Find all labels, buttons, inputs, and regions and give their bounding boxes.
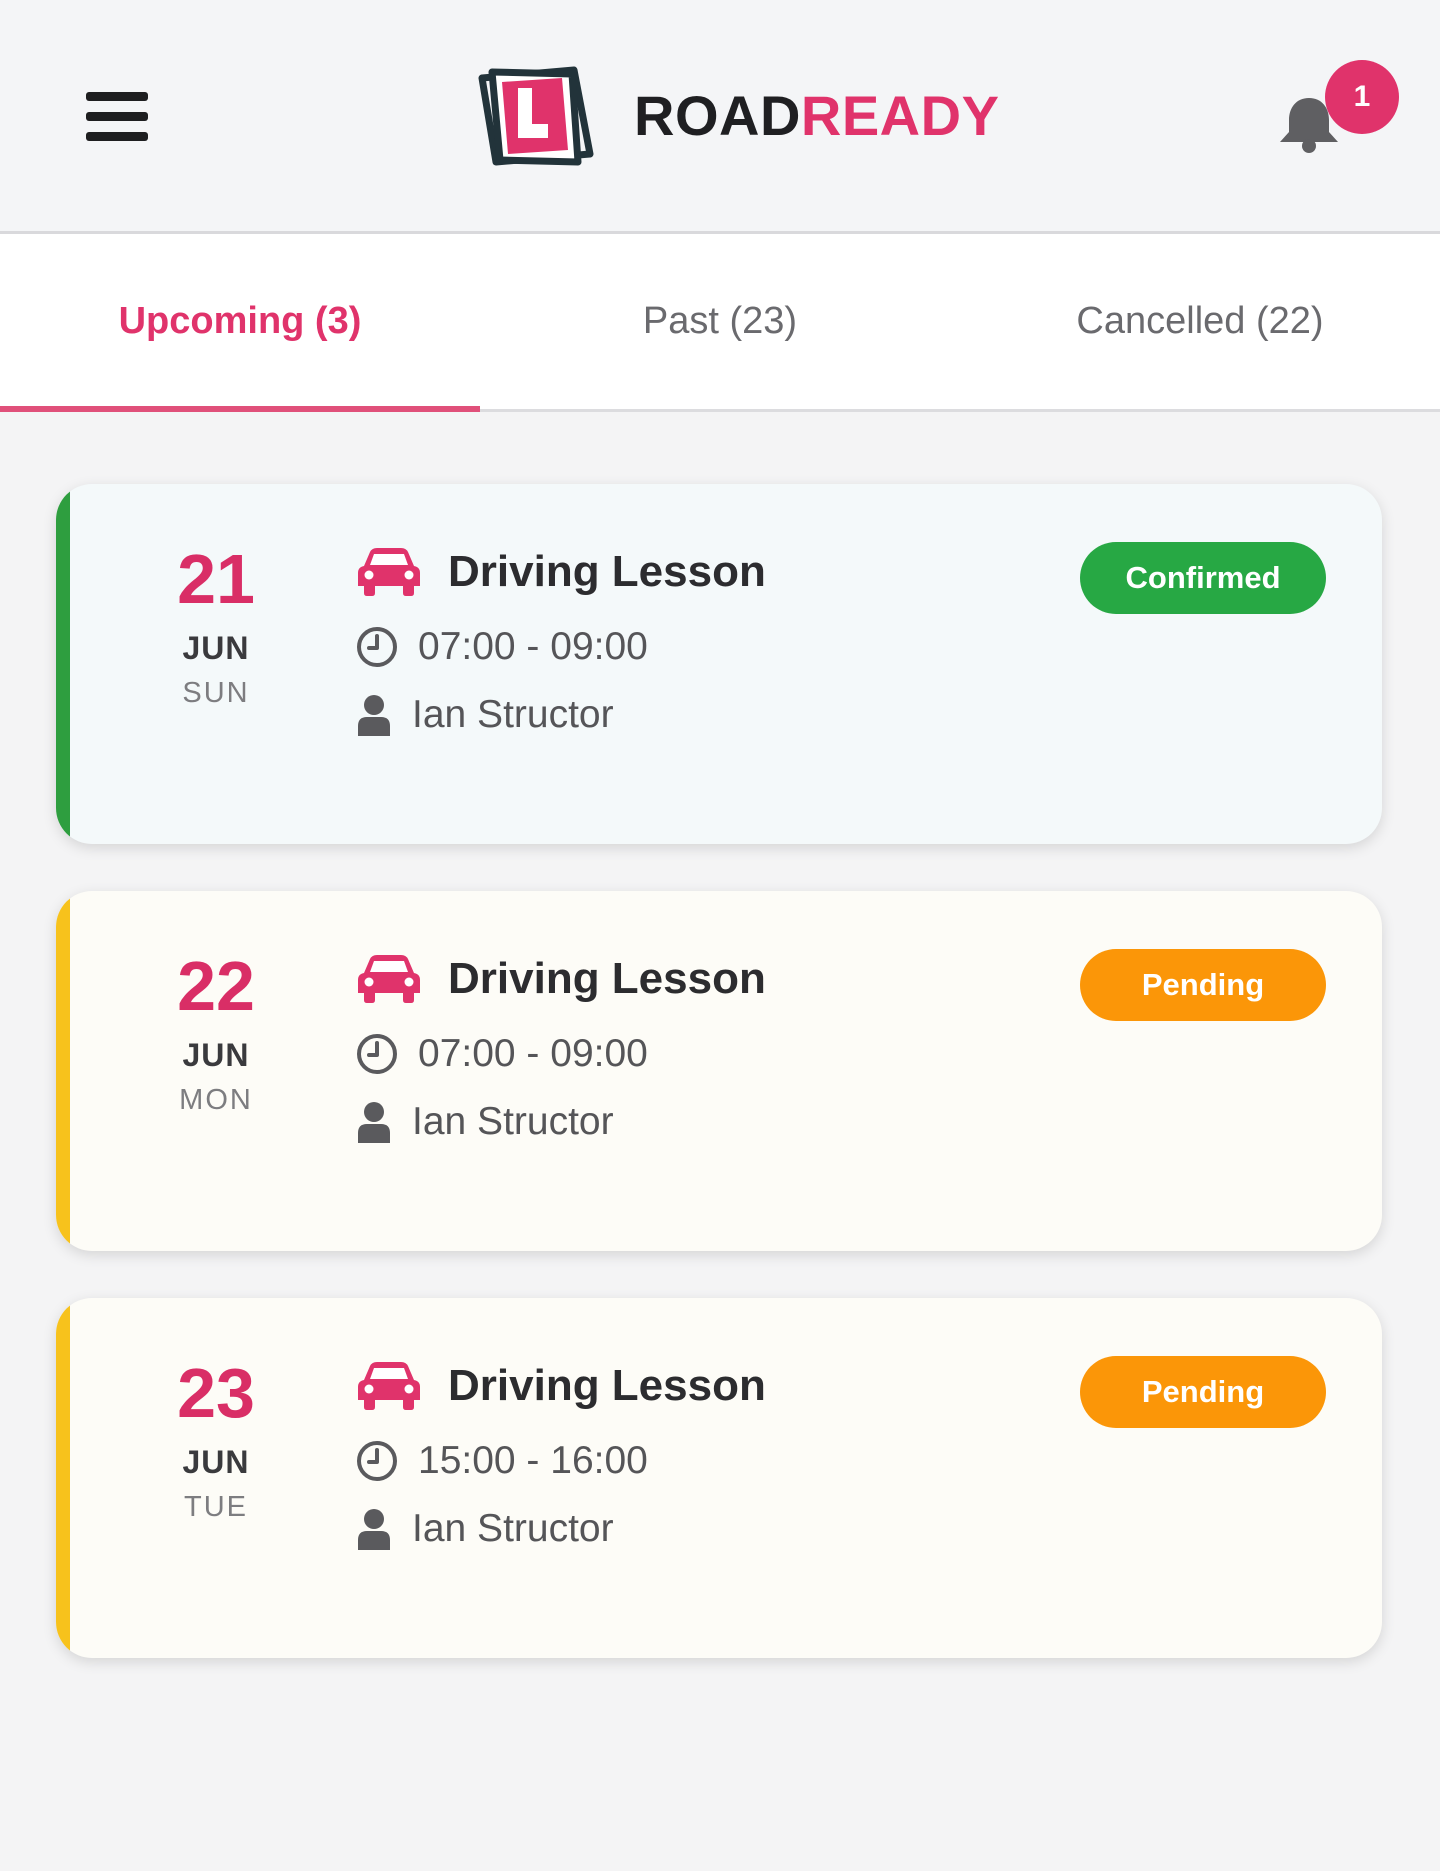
notifications-button[interactable]: 1 [1270,60,1399,160]
date-weekday: SUN [182,677,250,709]
clock-icon [357,1034,397,1074]
lesson-title: Driving Lesson [448,1361,766,1410]
clock-icon [357,1441,397,1481]
lesson-tabs: Upcoming (3) Past (23) Cancelled (22) [0,234,1440,412]
notification-count-badge: 1 [1325,60,1399,134]
lesson-date: 22 JUN MON [136,951,296,1117]
date-day: 22 [177,947,255,1025]
date-month: JUN [182,1037,250,1073]
lesson-date: 23 JUN TUE [136,1358,296,1524]
date-day: 21 [177,540,255,618]
person-icon [358,695,390,736]
instructor-name: Ian Structor [412,1507,614,1550]
status-accent-bar [56,891,70,1251]
person-icon [358,1102,390,1143]
date-day: 23 [177,1354,255,1432]
menu-button[interactable] [86,90,148,142]
tab-cancelled[interactable]: Cancelled (22) [960,234,1440,409]
status-badge: Pending [1080,949,1326,1021]
app-header: ROADREADY 1 [0,0,1440,234]
status-badge: Confirmed [1080,542,1326,614]
lesson-card[interactable]: 21 JUN SUN Driving Lesson 07:00 - 09:00 [56,484,1382,844]
lesson-card[interactable]: 23 JUN TUE Driving Lesson 15:00 - 16:00 [56,1298,1382,1658]
brand-name: ROADREADY [634,84,1000,147]
date-weekday: TUE [184,1491,248,1523]
lesson-time: 07:00 - 09:00 [418,1032,648,1075]
person-icon [358,1509,390,1550]
car-icon [358,955,420,1003]
brand-logo: ROADREADY [478,66,999,166]
hamburger-icon-bar [86,112,148,121]
lesson-time: 15:00 - 16:00 [418,1439,648,1482]
lesson-card[interactable]: 22 JUN MON Driving Lesson 07:00 - 09:00 [56,891,1382,1251]
tab-past[interactable]: Past (23) [480,234,960,409]
date-month: JUN [182,630,250,666]
clock-icon [357,627,397,667]
lesson-details: Driving Lesson 07:00 - 09:00 Ian Structo… [356,949,766,1147]
car-icon [358,548,420,596]
status-accent-bar [56,1298,70,1658]
instructor-name: Ian Structor [412,693,614,736]
hamburger-icon-bar [86,92,148,101]
lesson-details: Driving Lesson 15:00 - 16:00 Ian Structo… [356,1356,766,1554]
instructor-name: Ian Structor [412,1100,614,1143]
status-badge: Pending [1080,1356,1326,1428]
date-weekday: MON [179,1084,253,1116]
tab-upcoming[interactable]: Upcoming (3) [0,234,480,412]
lesson-title: Driving Lesson [448,547,766,596]
lesson-details: Driving Lesson 07:00 - 09:00 Ian Structo… [356,542,766,740]
lesson-title: Driving Lesson [448,954,766,1003]
status-accent-bar [56,484,70,844]
lesson-time: 07:00 - 09:00 [418,625,648,668]
lesson-date: 21 JUN SUN [136,544,296,710]
hamburger-icon-bar [86,132,148,141]
learner-plate-logo-icon [478,66,594,166]
car-icon [358,1362,420,1410]
date-month: JUN [182,1444,250,1480]
